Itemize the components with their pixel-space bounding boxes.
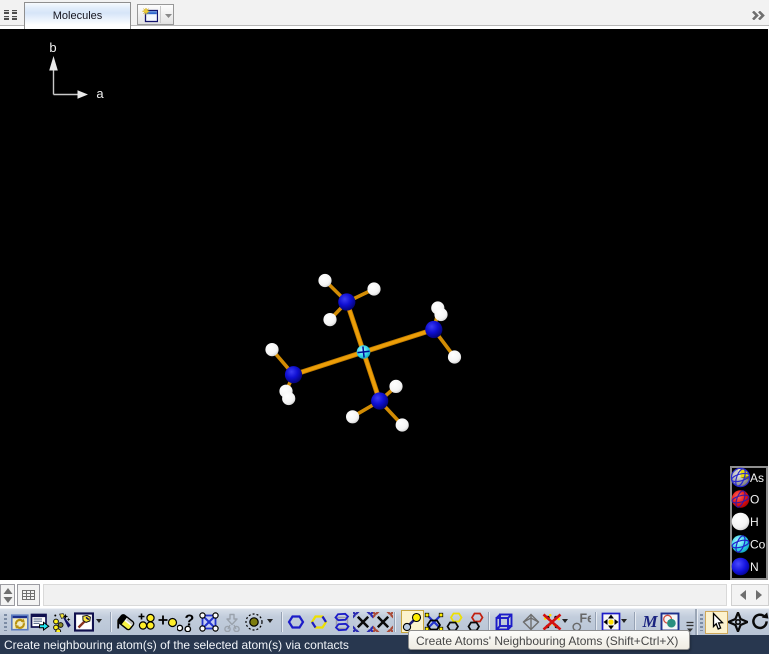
svg-text:Co: Co [750,538,766,552]
svg-text:a: a [96,86,104,101]
svg-text:H: H [750,515,759,529]
svg-text:As: As [750,471,764,485]
svg-text:Fe: Fe [580,612,592,626]
svg-text:b: b [49,40,56,55]
svg-text:M: M [641,612,658,631]
svg-text:N: N [750,560,759,574]
svg-text:O: O [750,493,759,507]
